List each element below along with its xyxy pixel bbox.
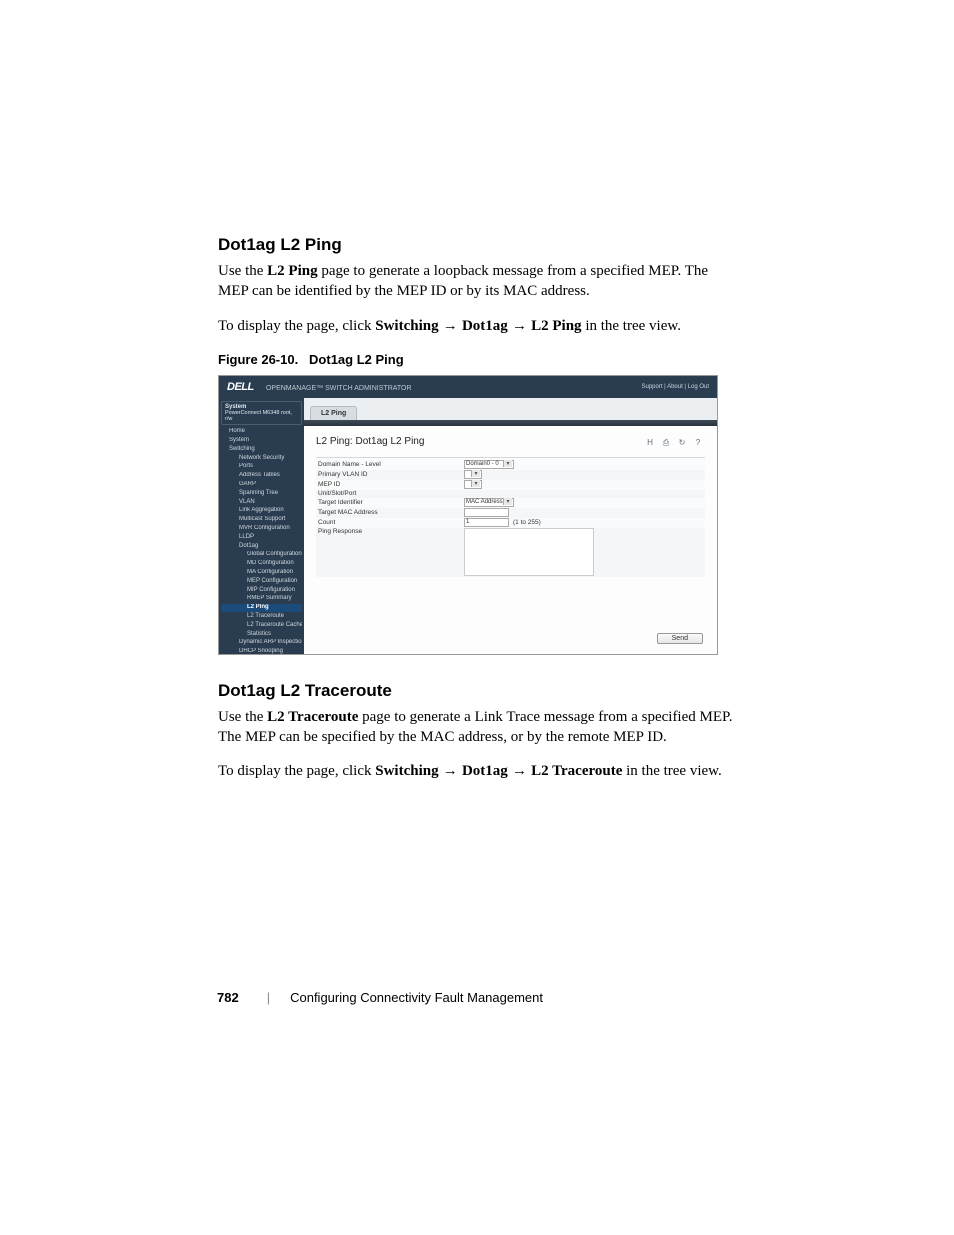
- tree-l2-traceroute[interactable]: L2 Traceroute: [221, 612, 302, 621]
- tree-rmep-summary[interactable]: RMEP Summary: [221, 595, 302, 604]
- select-primary-vlan[interactable]: [464, 470, 482, 479]
- label-target-identifier: Target Identifier: [316, 499, 464, 506]
- chapter-title: Configuring Connectivity Fault Managemen…: [290, 990, 543, 1005]
- arrow-icon: →: [439, 762, 462, 779]
- save-icon[interactable]: H: [645, 438, 655, 448]
- sidebar: System PowerConnect M6348 root, r/w Home…: [219, 398, 304, 654]
- topbar: DELL OPENMANAGE™ SWITCH ADMINISTRATOR Su…: [219, 376, 717, 398]
- label-unit-slot-port: Unit/Slot/Port: [316, 490, 464, 497]
- tree-dhcp-snooping[interactable]: DHCP Snooping: [221, 648, 302, 654]
- tree-multicast-support[interactable]: Multicast Support: [221, 516, 302, 525]
- figure-number: Figure 26-10.: [218, 352, 298, 367]
- tree-l2-traceroute-cache[interactable]: L2 Traceroute Cache: [221, 621, 302, 630]
- tree-link-aggregation[interactable]: Link Aggregation: [221, 507, 302, 516]
- para-l2ping-1: Use the L2 Ping page to generate a loopb…: [218, 261, 738, 302]
- heading-l2-ping: Dot1ag L2 Ping: [218, 235, 738, 255]
- tree-l2-ping[interactable]: L2 Ping: [221, 604, 302, 613]
- text: Use the: [218, 709, 267, 725]
- tree-garp[interactable]: GARP: [221, 481, 302, 490]
- nav-l2ping: L2 Ping: [531, 318, 581, 334]
- tree-network-security[interactable]: Network Security: [221, 454, 302, 463]
- nav-dot1ag: Dot1ag: [462, 763, 508, 779]
- para-l2traceroute-1: Use the L2 Traceroute page to generate a…: [218, 707, 738, 748]
- input-count[interactable]: 1: [464, 518, 509, 527]
- hint-count: (1 to 255): [513, 519, 541, 526]
- label-domain-name: Domain Name - Level: [316, 461, 464, 468]
- toolbar-icons: H ⎙ ↻ ?: [645, 438, 703, 448]
- page-footer: 782 | Configuring Connectivity Fault Man…: [217, 990, 543, 1005]
- help-icon[interactable]: ?: [693, 438, 703, 448]
- text: Use the: [218, 263, 267, 279]
- arrow-icon: →: [508, 317, 531, 334]
- tree-vlan[interactable]: VLAN: [221, 498, 302, 507]
- label-mep-id: MEP ID: [316, 481, 464, 488]
- nav-switching: Switching: [375, 763, 438, 779]
- arrow-icon: →: [508, 762, 531, 779]
- tree-lldp[interactable]: LLDP: [221, 533, 302, 542]
- tree-ports[interactable]: Ports: [221, 463, 302, 472]
- arrow-icon: →: [439, 317, 462, 334]
- figure-title: Dot1ag L2 Ping: [309, 352, 404, 367]
- nav-dot1ag: Dot1ag: [462, 318, 508, 334]
- tree-spanning-tree[interactable]: Spanning Tree: [221, 489, 302, 498]
- refresh-icon[interactable]: ↻: [677, 438, 687, 448]
- tree-statistics[interactable]: Statistics: [221, 630, 302, 639]
- print-icon[interactable]: ⎙: [661, 438, 671, 448]
- label-target-mac: Target MAC Address: [316, 509, 464, 516]
- tab-l2-ping[interactable]: L2 Ping: [310, 406, 357, 420]
- input-target-mac[interactable]: [464, 508, 509, 517]
- tree-ma-config[interactable]: MA Configuration: [221, 569, 302, 578]
- tree-home[interactable]: Home: [221, 428, 302, 437]
- footer-separator: |: [267, 990, 270, 1005]
- para-l2ping-2: To display the page, click Switching → D…: [218, 316, 738, 336]
- tree-mep-config[interactable]: MEP Configuration: [221, 577, 302, 586]
- app-subtitle: OPENMANAGE™ SWITCH ADMINISTRATOR: [266, 385, 412, 392]
- label-primary-vlan: Primary VLAN ID: [316, 471, 464, 478]
- tree-md-config[interactable]: MD Configuration: [221, 560, 302, 569]
- brand-logo: DELL: [227, 381, 254, 393]
- form-table: Domain Name - Level Domain0 - 0 Primary …: [316, 457, 705, 577]
- system-box: System PowerConnect M6348 root, r/w: [221, 401, 302, 425]
- text-bold: L2 Ping: [267, 263, 317, 279]
- text: To display the page, click: [218, 318, 375, 334]
- ping-response-box: [464, 528, 594, 576]
- content-pane: L2 Ping: Dot1ag L2 Ping H ⎙ ↻ ? Domain N…: [304, 426, 717, 654]
- text: in the tree view.: [622, 763, 721, 779]
- text-bold: L2 Traceroute: [267, 709, 358, 725]
- tree-switching[interactable]: Switching: [221, 445, 302, 454]
- select-mep-id[interactable]: [464, 480, 482, 489]
- tree-system[interactable]: System: [221, 437, 302, 446]
- tree-dot1ag[interactable]: Dot1ag: [221, 542, 302, 551]
- tree-dynamic-arp[interactable]: Dynamic ARP Inspection: [221, 639, 302, 648]
- tree-global-config[interactable]: Global Configuration: [221, 551, 302, 560]
- label-ping-response: Ping Response: [316, 528, 464, 535]
- nav-l2traceroute: L2 Traceroute: [531, 763, 622, 779]
- select-domain-name[interactable]: Domain0 - 0: [464, 460, 514, 469]
- text: To display the page, click: [218, 763, 375, 779]
- label-count: Count: [316, 519, 464, 526]
- select-target-identifier[interactable]: MAC Address: [464, 498, 514, 507]
- send-button[interactable]: Send: [657, 633, 703, 644]
- tree-mip-config[interactable]: MIP Configuration: [221, 586, 302, 595]
- text: in the tree view.: [582, 318, 681, 334]
- tree-address-tables[interactable]: Address Tables: [221, 472, 302, 481]
- screenshot-panel: DELL OPENMANAGE™ SWITCH ADMINISTRATOR Su…: [218, 375, 718, 655]
- nav-switching: Switching: [375, 318, 438, 334]
- heading-l2-traceroute: Dot1ag L2 Traceroute: [218, 681, 738, 701]
- figure-caption: Figure 26-10. Dot1ag L2 Ping: [218, 352, 738, 367]
- content-pane-wrap: L2 Ping L2 Ping: Dot1ag L2 Ping H ⎙ ↻ ? …: [304, 398, 717, 654]
- tree-mvr-configuration[interactable]: MVR Configuration: [221, 525, 302, 534]
- para-l2traceroute-2: To display the page, click Switching → D…: [218, 761, 738, 781]
- top-links[interactable]: Support | About | Log Out: [642, 384, 710, 390]
- tab-area: L2 Ping: [304, 398, 717, 420]
- page-number: 782: [217, 990, 239, 1005]
- system-sub: PowerConnect M6348 root, r/w: [225, 410, 298, 422]
